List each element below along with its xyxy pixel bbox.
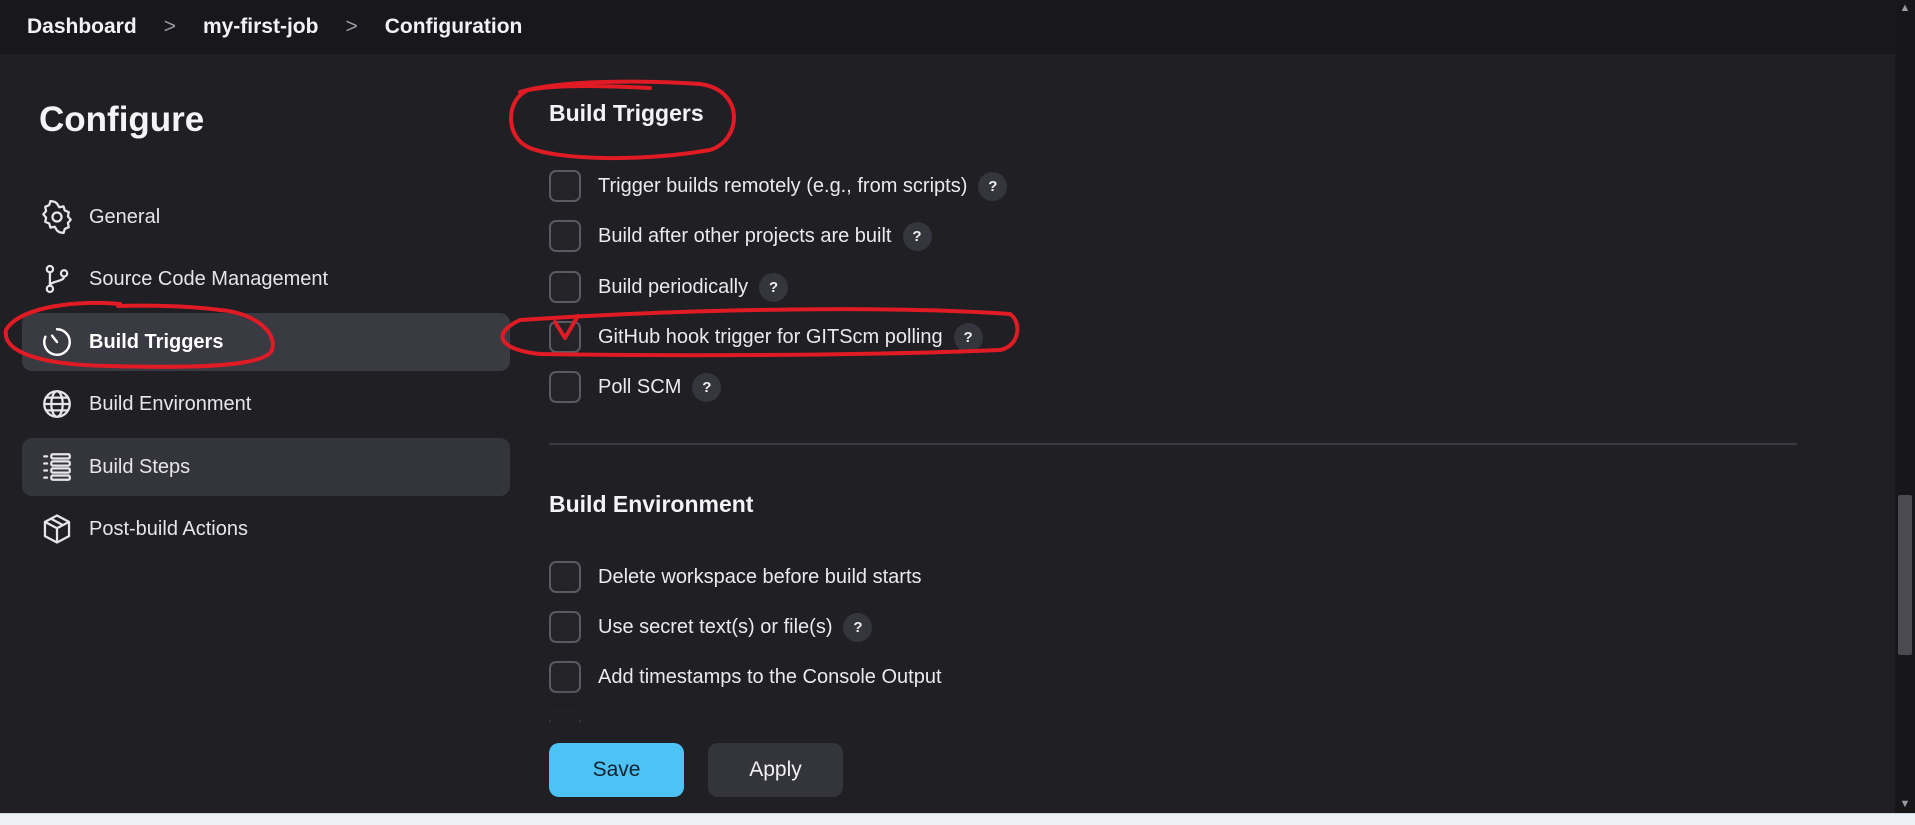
checkbox[interactable] [549, 220, 581, 252]
git-branch-icon [40, 262, 74, 296]
package-icon [40, 512, 74, 546]
checkbox[interactable] [549, 271, 581, 303]
jenkins-configure-page: Dashboard > my-first-job > Configuration… [0, 0, 1915, 825]
sidebar-item-build-environment[interactable]: Build Environment [22, 375, 510, 433]
help-icon[interactable]: ? [843, 612, 873, 642]
option-label: Trigger builds remotely (e.g., from scri… [598, 174, 968, 197]
breadcrumb-job[interactable]: my-first-job [203, 15, 319, 39]
sidebar-item-build-steps[interactable]: Build Steps [22, 438, 510, 496]
scroll-up-icon[interactable]: ▲ [1899, 2, 1911, 14]
section-title-build-environment: Build Environment [549, 491, 754, 517]
checkbox[interactable] [549, 321, 581, 353]
checkbox[interactable] [549, 561, 581, 593]
help-icon[interactable]: ? [902, 221, 932, 251]
sidebar-item-label: Post-build Actions [89, 517, 248, 540]
help-icon[interactable]: ? [953, 322, 983, 352]
taskbar-edge [0, 813, 1915, 825]
sidebar-item-label: General [89, 205, 161, 228]
sidebar-item-post-build-actions[interactable]: Post-build Actions [22, 500, 510, 558]
option-delete-workspace: Delete workspace before build starts [549, 560, 922, 594]
gear-icon [40, 200, 74, 234]
option-label: Build periodically [598, 275, 749, 298]
checkbox[interactable] [549, 611, 581, 643]
page-title: Configure [39, 100, 205, 139]
checkbox[interactable] [549, 661, 581, 693]
option-label: Use secret text(s) or file(s) [598, 615, 833, 638]
sidebar-item-label: Build Steps [89, 455, 191, 478]
option-add-timestamps: Add timestamps to the Console Output [549, 660, 942, 694]
option-github-hook-trigger: GitHub hook trigger for GITScm polling ? [549, 320, 983, 354]
option-label: Add timestamps to the Console Output [598, 665, 942, 688]
option-build-after-other-projects: Build after other projects are built ? [549, 219, 932, 253]
apply-button[interactable]: Apply [708, 743, 843, 797]
option-poll-scm: Poll SCM ? [549, 370, 722, 404]
chevron-right-icon: > [345, 15, 358, 38]
scrollbar-thumb[interactable] [1898, 495, 1912, 655]
globe-icon [40, 387, 74, 421]
sidebar-item-label: Build Triggers [89, 330, 224, 353]
option-use-secret-text: Use secret text(s) or file(s) ? [549, 610, 873, 644]
breadcrumb-configuration[interactable]: Configuration [385, 15, 523, 39]
sidebar-item-source-code-management[interactable]: Source Code Management [22, 250, 510, 308]
option-trigger-remotely: Trigger builds remotely (e.g., from scri… [549, 169, 1008, 203]
save-button[interactable]: Save [549, 743, 684, 797]
option-label: Build after other projects are built [598, 224, 892, 247]
checkbox[interactable] [549, 371, 581, 403]
section-divider [549, 443, 1797, 445]
sidebar-item-label: Build Environment [89, 392, 252, 415]
sidebar-item-build-triggers[interactable]: Build Triggers [22, 313, 510, 371]
option-label: Poll SCM [598, 375, 682, 398]
scroll-fade [520, 690, 1820, 720]
help-icon[interactable]: ? [692, 372, 722, 402]
list-icon [40, 450, 74, 484]
checkbox[interactable] [549, 170, 581, 202]
timer-icon [40, 325, 74, 359]
option-label: Delete workspace before build starts [598, 565, 922, 588]
scrollbar-track[interactable] [1895, 0, 1915, 813]
sidebar-item-label: Source Code Management [89, 267, 329, 290]
breadcrumb-dashboard[interactable]: Dashboard [27, 15, 137, 39]
help-icon[interactable]: ? [978, 171, 1008, 201]
scroll-down-icon[interactable]: ▼ [1899, 798, 1911, 810]
option-build-periodically: Build periodically ? [549, 270, 789, 304]
sidebar-item-general[interactable]: General [22, 188, 510, 246]
help-icon[interactable]: ? [759, 272, 789, 302]
breadcrumb: Dashboard > my-first-job > Configuration [0, 0, 1895, 54]
chevron-right-icon: > [163, 15, 176, 38]
option-label: GitHub hook trigger for GITScm polling [598, 325, 943, 348]
section-title-build-triggers: Build Triggers [549, 100, 704, 126]
